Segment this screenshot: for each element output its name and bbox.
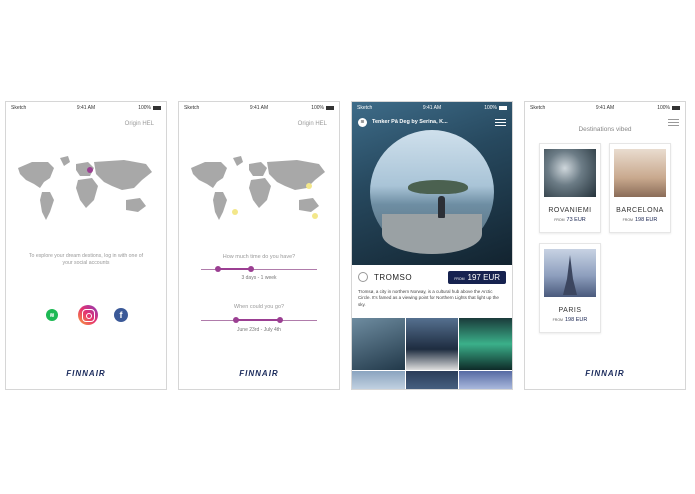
card-price-from: FROM bbox=[552, 318, 563, 322]
price-from-label: FROM bbox=[454, 276, 465, 281]
carrier-label: Sketch bbox=[530, 105, 546, 111]
price-amount: 197 EUR bbox=[467, 272, 500, 282]
screen-destinations-vibed: Sketch 9:41 AM 100% Destinations vibed R… bbox=[524, 101, 686, 390]
destination-card-paris[interactable]: PARIS FROM 198 EUR bbox=[539, 243, 601, 333]
page-title: Destinations vibed bbox=[578, 126, 632, 133]
card-price-from: FROM bbox=[622, 218, 633, 222]
destination-description: Tromsø, a city in northern Norway, is a … bbox=[358, 289, 499, 307]
battery-icon bbox=[499, 105, 507, 110]
hamburger-menu-icon[interactable] bbox=[495, 118, 506, 126]
card-name: PARIS bbox=[558, 307, 582, 314]
destination-marker[interactable] bbox=[312, 213, 318, 219]
slider-min-handle[interactable] bbox=[233, 317, 239, 323]
card-price-from: FROM bbox=[554, 218, 565, 222]
spotify-icon[interactable]: ≋ bbox=[358, 117, 367, 127]
card-price-amount: 198 EUR bbox=[564, 317, 588, 323]
destination-card-rovaniemi[interactable]: ROVANIEMI FROM 73 EUR bbox=[539, 143, 601, 233]
finnair-logo: FINNAIR bbox=[66, 369, 106, 378]
tent-view-photo bbox=[370, 130, 494, 254]
origin-label[interactable]: Origin HEL bbox=[298, 121, 327, 127]
destination-photo bbox=[544, 149, 596, 197]
slider-fill bbox=[236, 319, 280, 321]
screen-login: Sketch 9:41 AM 100% Origin HEL To explor… bbox=[5, 101, 167, 390]
clock: 9:41 AM bbox=[422, 105, 442, 111]
battery-label: 100% bbox=[138, 105, 151, 111]
card-name: BARCELONA bbox=[616, 207, 664, 214]
gallery-photo[interactable] bbox=[405, 371, 459, 389]
destination-photo bbox=[544, 249, 596, 297]
status-bar: Sketch 9:41 AM 100% bbox=[179, 102, 339, 114]
battery-icon bbox=[672, 105, 680, 110]
destination-marker[interactable] bbox=[232, 209, 238, 215]
instagram-icon[interactable] bbox=[78, 305, 98, 325]
clock: 9:41 AM bbox=[76, 105, 96, 111]
island bbox=[408, 180, 468, 194]
status-bar: Sketch 9:41 AM 100% bbox=[525, 102, 685, 114]
battery-indicator: 100% bbox=[111, 105, 161, 111]
duration-value: 3 days - 1 week bbox=[241, 275, 277, 281]
date-value: June 23rd - July 4th bbox=[237, 327, 281, 333]
duration-slider[interactable] bbox=[201, 266, 317, 272]
hamburger-menu-icon[interactable] bbox=[668, 119, 679, 126]
price-button[interactable]: FROM 197 EUR bbox=[448, 270, 506, 284]
carrier-label: Sketch bbox=[184, 105, 200, 111]
spotify-icon[interactable]: ≋ bbox=[46, 309, 58, 321]
world-map[interactable] bbox=[14, 154, 159, 229]
card-price: FROM 198 EUR bbox=[610, 217, 670, 223]
gallery-photo[interactable] bbox=[459, 318, 512, 370]
gallery-photo[interactable] bbox=[459, 371, 512, 389]
card-price-amount: 198 EUR bbox=[634, 217, 658, 223]
rocks bbox=[382, 214, 482, 254]
slider-fill bbox=[218, 268, 251, 270]
gallery-photo[interactable] bbox=[405, 318, 459, 370]
now-playing-bar: ≋ Tenker På Deg by Serina, K... bbox=[352, 114, 512, 130]
destination-card-barcelona[interactable]: BARCELONA FROM 198 EUR bbox=[609, 143, 671, 233]
date-question: When could you go? bbox=[233, 304, 285, 310]
battery-indicator: 100% bbox=[284, 105, 334, 111]
slider-max-handle[interactable] bbox=[277, 317, 283, 323]
screen-preferences: Sketch 9:41 AM 100% Origin HEL How much … bbox=[178, 101, 340, 390]
gallery-photo[interactable] bbox=[352, 318, 405, 370]
status-bar: Sketch 9:41 AM 100% bbox=[6, 102, 166, 114]
social-logins: ≋ f bbox=[6, 305, 166, 325]
playlist-title[interactable]: Tenker På Deg by Serina, K... bbox=[372, 119, 495, 125]
card-price: FROM 198 EUR bbox=[540, 317, 600, 323]
clock: 9:41 AM bbox=[249, 105, 269, 111]
world-map[interactable] bbox=[187, 154, 332, 229]
battery-indicator: 100% bbox=[457, 105, 507, 111]
card-name: ROVANIEMI bbox=[548, 207, 592, 214]
carrier-label: Sketch bbox=[11, 105, 27, 111]
gallery-photo[interactable] bbox=[352, 371, 405, 389]
battery-icon bbox=[326, 105, 334, 110]
battery-label: 100% bbox=[484, 105, 497, 111]
slider-max-handle[interactable] bbox=[248, 266, 254, 272]
login-hint: To explore your dream destions, log in w… bbox=[28, 253, 144, 267]
origin-label[interactable]: Origin HEL bbox=[125, 121, 154, 127]
destination-photo bbox=[614, 149, 666, 197]
destination-marker[interactable] bbox=[306, 183, 312, 189]
battery-indicator: 100% bbox=[630, 105, 680, 111]
destination-row: TROMSO FROM 197 EUR bbox=[358, 269, 506, 285]
photo-grid bbox=[352, 318, 512, 389]
facebook-icon[interactable]: f bbox=[114, 308, 128, 322]
finnair-logo: FINNAIR bbox=[239, 369, 279, 378]
carrier-label: Sketch bbox=[357, 105, 373, 111]
destination-name: TROMSO bbox=[374, 272, 413, 282]
battery-label: 100% bbox=[657, 105, 670, 111]
slider-min-handle[interactable] bbox=[215, 266, 221, 272]
battery-label: 100% bbox=[311, 105, 324, 111]
finnair-logo: FINNAIR bbox=[585, 369, 625, 378]
battery-icon bbox=[153, 105, 161, 110]
origin-marker bbox=[87, 167, 93, 173]
status-bar: Sketch 9:41 AM 100% bbox=[352, 102, 512, 114]
card-price: FROM 73 EUR bbox=[540, 217, 600, 223]
card-price-amount: 73 EUR bbox=[566, 217, 586, 223]
clock: 9:41 AM bbox=[595, 105, 615, 111]
duration-question: How much time do you have? bbox=[222, 254, 296, 260]
select-radio[interactable] bbox=[358, 272, 368, 282]
eiffel-tower-icon bbox=[563, 255, 577, 295]
person-silhouette bbox=[438, 196, 445, 218]
date-slider[interactable] bbox=[201, 317, 317, 323]
screen-destination-detail: Sketch 9:41 AM 100% ≋ Tenker På Deg by S… bbox=[351, 101, 513, 390]
